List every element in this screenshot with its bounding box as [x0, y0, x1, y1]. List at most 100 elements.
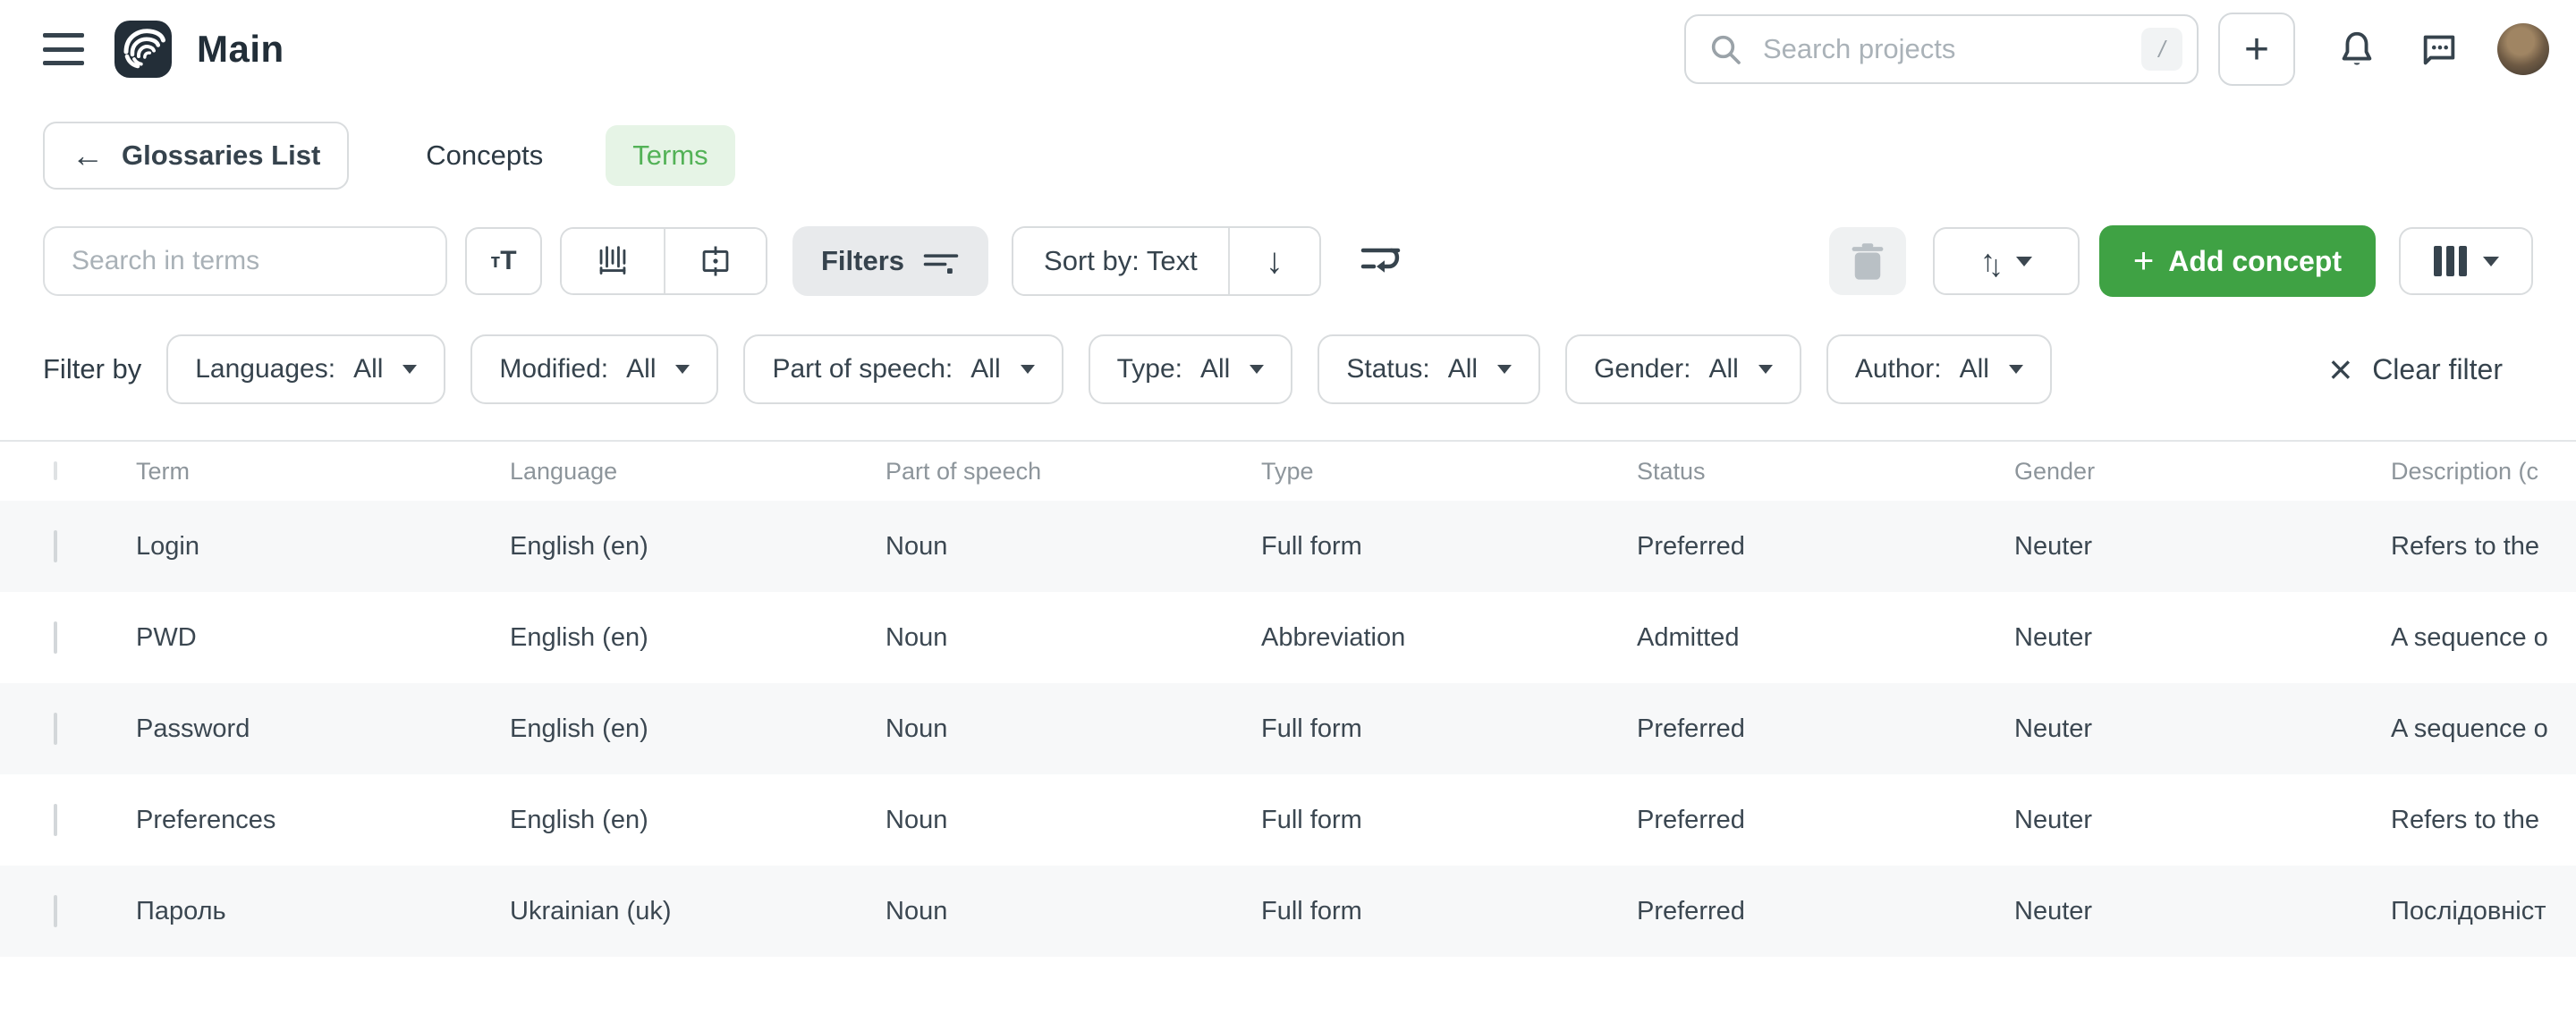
notifications-button[interactable]: [2336, 29, 2377, 70]
caret-down-icon: [402, 365, 417, 374]
cell-type: Full form: [1261, 714, 1637, 744]
sort-by-button[interactable]: Sort by: Text: [1013, 228, 1228, 294]
cell-gender: Neuter: [2014, 897, 2391, 926]
messages-button[interactable]: [2419, 29, 2460, 70]
column-header: Description (c: [2391, 458, 2576, 486]
back-to-glossaries-button[interactable]: ← Glossaries List: [43, 122, 349, 190]
caret-down-icon: [1758, 365, 1773, 374]
cell-language: Ukrainian (uk): [510, 897, 886, 926]
tab-terms[interactable]: Terms: [606, 125, 734, 186]
match-case-icon: т: [490, 249, 500, 273]
cell-language: English (en): [510, 532, 886, 562]
cell-term: Preferences: [136, 806, 510, 835]
cell-gender: Neuter: [2014, 623, 2391, 653]
filter-dropdown[interactable]: Type: All: [1089, 334, 1293, 404]
filter-value: All: [353, 354, 383, 384]
filter-value: All: [626, 354, 656, 384]
cell-description: A sequence o: [2391, 623, 2576, 653]
filter-value: All: [970, 354, 1000, 384]
search-options-group: [560, 227, 767, 295]
import-export-button[interactable]: ↑↓: [1933, 227, 2080, 295]
filter-dropdown[interactable]: Author: All: [1826, 334, 2052, 404]
cell-type: Abbreviation: [1261, 623, 1637, 653]
table-body: Login English (en) Noun Full form Prefer…: [0, 501, 2576, 957]
search-icon: [1707, 31, 1743, 67]
filter-value: All: [1200, 354, 1230, 384]
cell-description: A sequence o: [2391, 714, 2576, 744]
row-checkbox[interactable]: [54, 621, 57, 654]
tab-concepts[interactable]: Concepts: [399, 125, 570, 186]
cell-description: Refers to the: [2391, 806, 2576, 835]
cell-status: Preferred: [1637, 532, 2014, 562]
cell-status: Preferred: [1637, 806, 2014, 835]
sort-direction-button[interactable]: ↓: [1228, 228, 1319, 294]
filter-value: All: [1960, 354, 1989, 384]
columns-button[interactable]: [2399, 227, 2533, 295]
glossary-nav: ← Glossaries List Concepts Terms: [43, 122, 2533, 190]
cell-type: Full form: [1261, 532, 1637, 562]
filter-icon: [922, 247, 960, 275]
user-avatar[interactable]: [2497, 23, 2549, 75]
filter-name: Status:: [1346, 354, 1429, 384]
match-whole-phrase-button[interactable]: [562, 229, 664, 293]
table-header: TermLanguagePart of speechTypeStatusGend…: [0, 442, 2576, 501]
bell-icon: [2336, 29, 2377, 70]
row-checkbox[interactable]: [54, 895, 57, 927]
table-row[interactable]: Пароль Ukrainian (uk) Noun Full form Pre…: [0, 866, 2576, 957]
columns-icon: [2434, 246, 2467, 276]
select-all-checkbox[interactable]: [54, 461, 57, 480]
cell-description: Послідовніст: [2391, 897, 2576, 926]
cell-description: Refers to the: [2391, 532, 2576, 562]
column-header: Status: [1637, 458, 2014, 486]
cell-gender: Neuter: [2014, 806, 2391, 835]
cell-language: English (en): [510, 623, 886, 653]
exact-match-button[interactable]: [664, 229, 766, 293]
cell-term: PWD: [136, 623, 510, 653]
cell-type: Full form: [1261, 897, 1637, 926]
filters-button-label: Filters: [821, 245, 904, 277]
row-checkbox[interactable]: [54, 713, 57, 745]
search-projects-input[interactable]: [1684, 14, 2199, 84]
page-title: Main: [197, 28, 284, 71]
wrap-lines-button[interactable]: [1359, 242, 1405, 280]
create-project-button[interactable]: +: [2218, 13, 2295, 86]
search-in-terms-input[interactable]: [43, 226, 447, 296]
row-checkbox[interactable]: [54, 804, 57, 836]
cell-status: Admitted: [1637, 623, 2014, 653]
table-row[interactable]: Login English (en) Noun Full form Prefer…: [0, 501, 2576, 592]
back-arrow-icon: ←: [72, 137, 104, 174]
filter-dropdown[interactable]: Status: All: [1318, 334, 1540, 404]
cell-language: English (en): [510, 806, 886, 835]
delete-button[interactable]: [1829, 227, 1906, 295]
cell-gender: Neuter: [2014, 714, 2391, 744]
row-checkbox[interactable]: [54, 530, 57, 562]
filter-value: All: [1448, 354, 1478, 384]
cell-term: Пароль: [136, 897, 510, 926]
crowdin-logo[interactable]: [114, 21, 172, 78]
wrap-lines-icon: [1359, 242, 1405, 280]
filter-dropdown[interactable]: Languages: All: [166, 334, 445, 404]
menu-icon[interactable]: [43, 33, 84, 65]
clear-filter-button[interactable]: × Clear filter: [2328, 349, 2503, 390]
column-header: Type: [1261, 458, 1637, 486]
filter-dropdown[interactable]: Gender: All: [1565, 334, 1801, 404]
exact-match-icon: [698, 243, 733, 279]
match-case-button[interactable]: тT: [465, 227, 542, 295]
table-row[interactable]: Preferences English (en) Noun Full form …: [0, 774, 2576, 866]
add-concept-button[interactable]: + Add concept: [2099, 225, 2376, 297]
trash-icon: [1851, 242, 1885, 280]
filter-name: Languages:: [195, 354, 335, 384]
clear-filter-label: Clear filter: [2372, 353, 2503, 386]
filter-dropdown[interactable]: Modified: All: [470, 334, 718, 404]
table-row[interactable]: Password English (en) Noun Full form Pre…: [0, 683, 2576, 774]
column-header: Language: [510, 458, 886, 486]
keyboard-shortcut-badge: /: [2141, 28, 2182, 71]
filter-name: Modified:: [499, 354, 608, 384]
cell-status: Preferred: [1637, 714, 2014, 744]
filters-button[interactable]: Filters: [792, 226, 988, 296]
caret-down-icon: [2483, 257, 2499, 266]
chat-icon: [2419, 29, 2460, 70]
filter-dropdown[interactable]: Part of speech: All: [743, 334, 1063, 404]
plus-icon: +: [2244, 25, 2269, 74]
table-row[interactable]: PWD English (en) Noun Abbreviation Admit…: [0, 592, 2576, 683]
